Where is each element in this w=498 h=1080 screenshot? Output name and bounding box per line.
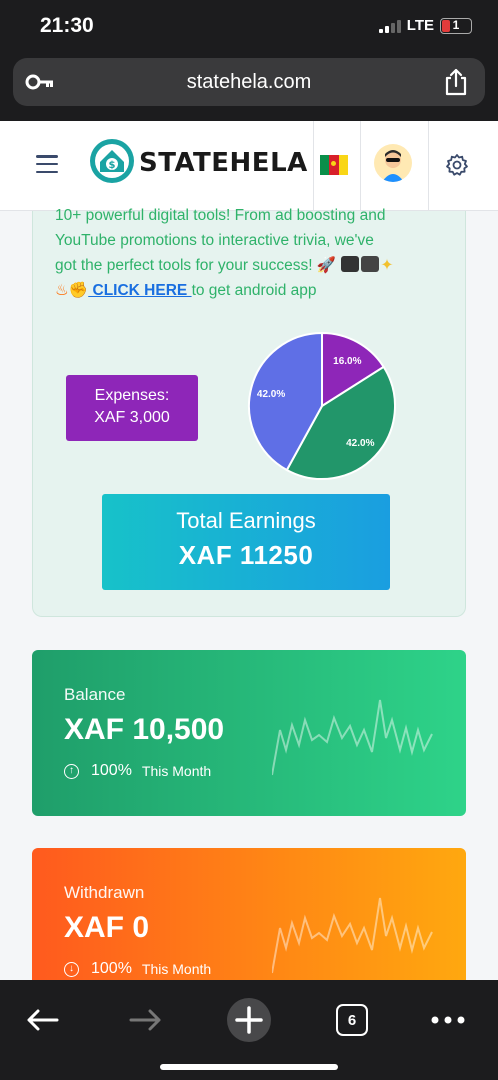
home-indicator [160,1064,338,1070]
arrow-right-icon[interactable] [129,1008,163,1032]
withdrawn-trend: ↓ 100% This Month [64,960,211,978]
share-icon[interactable] [443,68,469,96]
promo-after-link: to get android app [191,282,317,299]
plus-icon[interactable] [226,997,272,1043]
withdrawn-period: This Month [141,961,212,977]
balance-period: This Month [141,763,212,779]
battery-icon: 1 [440,17,472,34]
pie-label-1: 42.0% [346,438,374,449]
user-avatar[interactable] [374,144,412,182]
balance-card[interactable]: Balance XAF 10,500 ↑ 100% This Month [32,650,466,816]
withdrawn-percent: 100% [91,960,132,977]
browser-top-chrome: 21:30 LTE 1 statehela.com [0,0,498,121]
promo-line-2: YouTube promotions to interactive trivia… [55,232,374,249]
header-divider [313,121,314,211]
balance-trend: ↑ 100% This Month [64,762,211,780]
expenses-badge: Expenses: XAF 3,000 [66,375,198,441]
withdrawn-sparkline [272,897,433,974]
svg-text:$: $ [109,160,116,171]
status-indicators: LTE 1 [378,17,472,34]
site-header: $ STATEHELA [0,121,498,211]
browser-bottom-toolbar: 6 [0,980,498,1080]
balance-value: XAF 10,500 [64,713,225,746]
balance-sparkline [272,699,433,776]
expenses-label: Expenses: [94,387,170,404]
statehela-logo-icon[interactable]: $ [88,137,136,185]
header-divider [360,121,361,211]
cameroon-flag-icon[interactable] [320,155,348,175]
battery-level: 1 [452,17,460,32]
more-button[interactable] [428,990,468,1050]
withdrawn-card[interactable]: Withdrawn XAF 0 ↓ 100% This Month [32,848,466,998]
header-divider [428,121,429,211]
arrow-left-icon[interactable] [25,1008,59,1032]
status-time: 21:30 [40,14,94,37]
earnings-title: Total Earnings [176,508,316,533]
muscle-icon: ✊ [68,282,89,299]
camera-icon [360,256,379,272]
url-text[interactable]: statehela.com [13,71,485,94]
promo-text: 10+ powerful digital tools! From ad boos… [55,207,450,303]
signal-icon [378,19,401,33]
sparkles-icon: ✦ [380,257,394,274]
back-button[interactable] [22,990,62,1050]
promo-line-3-text: got the perfect tools for your success! … [55,257,337,274]
balance-label: Balance [64,685,126,704]
tabs-count: 6 [347,1011,357,1029]
brand-name[interactable]: STATEHELA [139,148,308,178]
arrow-up-icon: ↑ [64,763,79,779]
promo-line-3: got the perfect tools for your success! … [55,253,450,278]
arrow-down-icon: ↓ [64,961,79,977]
more-dots-icon[interactable] [431,1016,465,1024]
address-bar[interactable]: statehela.com [13,58,485,106]
menu-icon[interactable] [36,155,58,173]
promo-line-1: 10+ powerful digital tools! From ad boos… [55,207,386,224]
earnings-pie-chart: 16.0% 42.0% 42.0% [248,331,396,480]
summary-card: 10+ powerful digital tools! From ad boos… [32,207,466,617]
pie-label-2: 42.0% [257,389,285,400]
earnings-value: XAF 11250 [178,540,314,570]
new-tab-button[interactable] [226,990,272,1050]
total-earnings-panel: Total Earnings XAF 11250 [102,494,390,590]
promo-line-4: ♨✊ CLICK HERE to get android app [55,278,450,303]
withdrawn-label: Withdrawn [64,883,145,902]
tabs-button[interactable]: 6 [334,990,370,1050]
withdrawn-value: XAF 0 [64,911,150,944]
laptop-icon [340,256,359,272]
balance-percent: 100% [91,762,132,779]
network-label: LTE [406,17,434,34]
android-app-link[interactable]: CLICK HERE [88,282,191,299]
forward-button[interactable] [126,990,166,1050]
tabs-count-icon[interactable]: 6 [336,1004,368,1036]
fire-icon: ♨ [55,282,69,299]
pie-label-0: 16.0% [333,356,361,367]
expenses-value: XAF 3,000 [94,409,170,426]
gear-icon[interactable] [445,153,469,177]
